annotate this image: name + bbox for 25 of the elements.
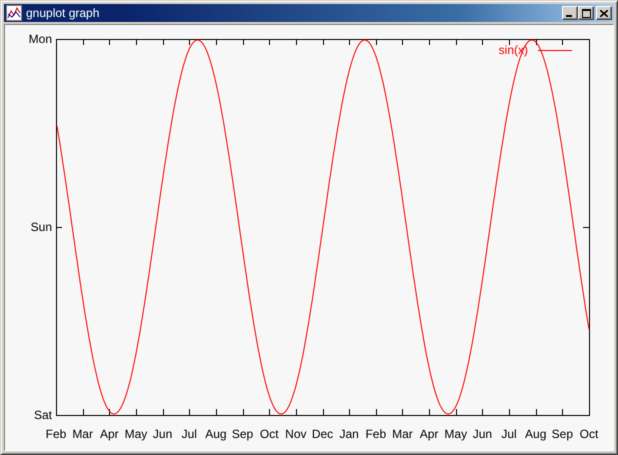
x-axis-label: Dec [312,427,334,441]
x-axis-label: Aug [525,427,546,441]
x-axis-label: Apr [420,427,438,441]
x-axis-label: Jul [182,427,197,441]
y-axis-label: Sat [34,408,52,422]
x-axis-label: Mar [392,427,413,441]
x-axis-label: Jul [501,427,517,441]
x-axis-label: Sep [232,427,254,441]
x-axis-label: May [444,427,468,441]
x-axis-label: Mar [72,427,93,441]
x-axis-label: Aug [205,427,227,441]
window-title: gnuplot graph [26,6,100,20]
x-axis-label: Sep [552,427,574,441]
x-axis-label: Nov [285,427,307,441]
x-axis-label: Jan [339,427,359,441]
y-axis-label: Mon [28,32,52,46]
x-axis-label: Feb [46,427,66,441]
x-axis-label: Oct [580,427,598,441]
x-axis-label: Apr [100,427,119,441]
x-axis-label: May [124,427,148,441]
y-axis-label: Sun [30,220,52,234]
x-axis-label: Jun [472,427,492,441]
x-axis-label: Oct [260,427,279,441]
x-axis-label: Jun [152,427,172,441]
x-axis-label: Feb [365,427,386,441]
